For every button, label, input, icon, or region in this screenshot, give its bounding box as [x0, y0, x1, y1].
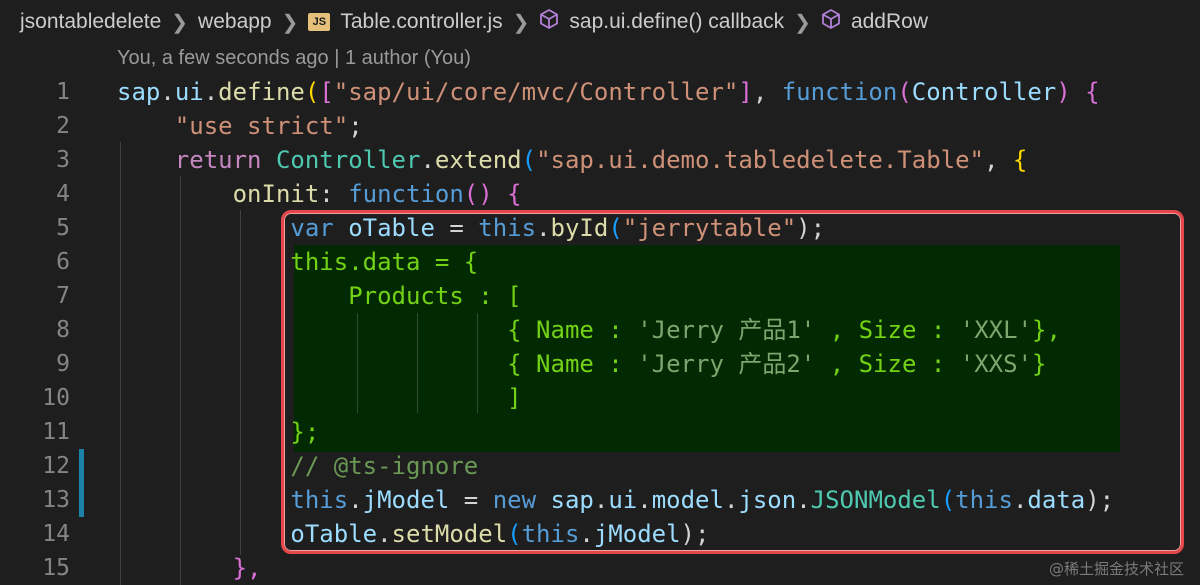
javascript-file-icon: JS	[308, 13, 331, 31]
line-number: 15	[42, 555, 70, 581]
line-number: 10	[42, 385, 70, 411]
line-number: 13	[42, 487, 70, 513]
breadcrumb-folder-jsontabledelete[interactable]: jsontabledelete	[20, 10, 161, 34]
token: ,	[752, 78, 782, 106]
line-number: 4	[56, 181, 70, 207]
breadcrumb: jsontabledelete ❯ webapp ❯ JS Table.cont…	[0, 0, 1200, 44]
breadcrumb-folder-webapp[interactable]: webapp	[198, 10, 272, 34]
token: .	[203, 78, 219, 106]
token: {	[507, 180, 522, 208]
token: )	[1056, 78, 1071, 106]
token: return	[174, 146, 262, 174]
git-blame-codelens[interactable]: You, a few seconds ago | 1 author (You)	[117, 47, 471, 70]
token: extend	[434, 146, 522, 174]
line-number: 12	[42, 453, 70, 479]
token: {	[1085, 78, 1100, 106]
token: Controller	[911, 78, 1057, 106]
token: ;	[348, 112, 363, 140]
token: Controller	[275, 146, 421, 174]
code-line-4[interactable]: onInit: function() {	[117, 177, 1200, 211]
token: function	[348, 180, 464, 208]
line-number: 9	[56, 351, 70, 377]
token: [	[319, 78, 334, 106]
code-line-1[interactable]: sap.ui.define(["sap/ui/core/mvc/Controll…	[117, 75, 1200, 109]
token: sap	[117, 78, 161, 106]
line-number: 14	[42, 521, 70, 547]
token: ui	[174, 78, 204, 106]
chevron-right-icon: ❯	[171, 11, 189, 34]
line-number: 3	[56, 147, 70, 173]
line-number: 6	[56, 249, 70, 275]
breadcrumb-callback[interactable]: sap.ui.define() callback	[569, 10, 784, 34]
line-number: 1	[56, 79, 70, 105]
chevron-right-icon: ❯	[281, 11, 299, 34]
token: :	[319, 180, 349, 208]
token: "sap.ui.demo.tabledelete.Table"	[536, 146, 984, 174]
token: function	[781, 78, 898, 106]
red-highlight-box	[281, 210, 1184, 554]
token: {	[1012, 146, 1028, 174]
line-number: 2	[56, 113, 70, 139]
breadcrumb-method-addrow[interactable]: addRow	[851, 10, 928, 34]
code-line-3[interactable]: return Controller.extend("sap.ui.demo.ta…	[117, 143, 1200, 177]
token: .	[420, 146, 435, 174]
method-cube-icon	[539, 9, 559, 35]
token: ,	[984, 146, 1013, 174]
token: (	[897, 78, 912, 106]
token: .	[160, 78, 175, 106]
chevron-right-icon: ❯	[512, 11, 530, 34]
chevron-right-icon: ❯	[794, 11, 811, 34]
line-number: 7	[56, 283, 70, 309]
line-number-gutter: 1 2 3 4 5 6 7 8 9 10 11 12 13 14 15	[0, 75, 80, 585]
token: "use strict"	[174, 112, 349, 140]
code-line-15[interactable]: },	[117, 551, 1200, 585]
token: (	[304, 78, 320, 106]
token: ()	[463, 180, 493, 208]
token: ]	[738, 78, 753, 106]
token: define	[218, 78, 305, 106]
breadcrumb-file[interactable]: Table.controller.js	[340, 10, 502, 34]
token: onInit	[232, 180, 320, 208]
token: "sap/ui/core/mvc/Controller"	[333, 78, 739, 106]
git-modified-indicator[interactable]	[79, 449, 84, 517]
line-number: 11	[42, 419, 70, 445]
token: (	[521, 146, 537, 174]
watermark: @稀土掘金技术社区	[1048, 560, 1184, 578]
method-cube-icon	[821, 9, 841, 35]
line-number: 5	[56, 215, 70, 241]
token: },	[232, 554, 262, 582]
code-line-2[interactable]: "use strict";	[117, 109, 1200, 143]
line-number: 8	[56, 317, 70, 343]
